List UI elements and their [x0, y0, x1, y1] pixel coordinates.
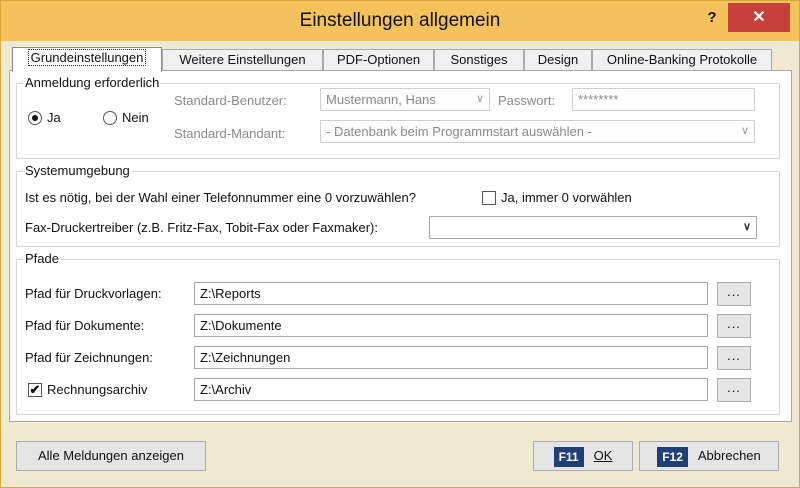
phone-prefix-checkbox[interactable]: [482, 191, 496, 205]
tab-design[interactable]: Design: [524, 49, 592, 71]
standard-user-select[interactable]: Mustermann, Hans ∨: [320, 88, 490, 111]
login-yes-radio[interactable]: [28, 111, 42, 125]
login-group: Anmeldung erforderlich Ja Nein Standard-…: [16, 75, 780, 159]
phone-prefix-question: Ist es nötig, bei der Wahl einer Telefon…: [25, 190, 416, 205]
path-drawings-browse-button[interactable]: ...: [717, 346, 751, 370]
path-reports-input[interactable]: Z:\Reports: [194, 282, 708, 305]
tab-panel-grundeinstellungen: Anmeldung erforderlich Ja Nein Standard-…: [9, 70, 792, 422]
tab-pdf-optionen[interactable]: PDF-Optionen: [323, 49, 434, 71]
tab-online-banking-protokolle[interactable]: Online-Banking Protokolle: [592, 49, 772, 71]
chevron-down-icon: ∨: [742, 221, 751, 233]
password-field[interactable]: ********: [572, 88, 755, 111]
path-reports-browse-button[interactable]: ...: [717, 282, 751, 306]
title-bar: Einstellungen allgemein ? ✕: [1, 1, 799, 41]
tab-label: PDF-Optionen: [336, 52, 421, 67]
standard-tenant-select[interactable]: - Datenbank beim Programmstart auswählen…: [320, 120, 755, 143]
path-drawings-label: Pfad für Zeichnungen:: [25, 350, 153, 365]
tab-label: Grundeinstellungen: [27, 49, 147, 66]
tab-weitere-einstellungen[interactable]: Weitere Einstellungen: [162, 49, 323, 71]
f12-key-badge: F12: [657, 446, 688, 467]
password-label: Passwort:: [498, 93, 556, 108]
standard-tenant-label: Standard-Mandant:: [174, 126, 286, 141]
show-all-messages-button[interactable]: Alle Meldungen anzeigen: [16, 441, 206, 471]
tab-grundeinstellungen[interactable]: Grundeinstellungen: [12, 47, 162, 72]
paths-group: Pfade Pfad für Druckvorlagen: Z:\Reports…: [16, 251, 780, 415]
system-legend: Systemumgebung: [23, 163, 132, 178]
invoice-archive-label: Rechnungsarchiv: [47, 382, 148, 397]
standard-tenant-value: - Datenbank beim Programmstart auswählen…: [326, 124, 592, 139]
system-group: Systemumgebung Ist es nötig, bei der Wah…: [16, 163, 780, 247]
chevron-down-icon: ∨: [475, 93, 484, 105]
invoice-archive-checkbox[interactable]: ✔: [28, 383, 42, 397]
ok-button[interactable]: F11 OK: [533, 441, 633, 471]
checkmark-icon: ✔: [29, 382, 41, 397]
cancel-label: Abbrechen: [697, 448, 761, 463]
path-reports-label: Pfad für Druckvorlagen:: [25, 286, 162, 301]
tab-label: Design: [537, 52, 579, 67]
path-documents-browse-button[interactable]: ...: [717, 314, 751, 338]
f11-key-badge: F11: [553, 446, 584, 467]
help-button[interactable]: ?: [701, 6, 723, 30]
cancel-button[interactable]: F12 Abbrechen: [639, 441, 779, 471]
login-legend: Anmeldung erforderlich: [23, 75, 162, 90]
path-documents-input[interactable]: Z:\Dokumente: [194, 314, 708, 337]
fax-driver-select[interactable]: ∨: [429, 216, 757, 239]
ok-label: OK: [593, 448, 613, 463]
tab-label: Sonstiges: [450, 52, 508, 67]
phone-prefix-checkbox-label: Ja, immer 0 vorwählen: [501, 190, 632, 205]
login-no-label: Nein: [122, 110, 149, 125]
tab-label: Weitere Einstellungen: [179, 52, 306, 67]
close-icon: ✕: [752, 9, 766, 26]
window-title: Einstellungen allgemein: [299, 10, 501, 31]
paths-legend: Pfade: [23, 251, 61, 266]
path-documents-label: Pfad für Dokumente:: [25, 318, 145, 333]
path-drawings-input[interactable]: Z:\Zeichnungen: [194, 346, 708, 369]
invoice-archive-input[interactable]: Z:\Archiv: [194, 378, 708, 401]
settings-window: Einstellungen allgemein ? ✕ Grundeinstel…: [0, 0, 800, 488]
tab-label: Online-Banking Protokolle: [606, 52, 758, 67]
fax-driver-label: Fax-Druckertreiber (z.B. Fritz-Fax, Tobi…: [25, 220, 378, 235]
login-yes-label: Ja: [47, 110, 61, 125]
standard-user-value: Mustermann, Hans: [326, 92, 436, 107]
login-no-radio[interactable]: [103, 111, 117, 125]
close-button[interactable]: ✕: [728, 3, 790, 32]
chevron-down-icon: ∨: [740, 125, 749, 137]
standard-user-label: Standard-Benutzer:: [174, 93, 287, 108]
tab-sonstiges[interactable]: Sonstiges: [434, 49, 524, 71]
invoice-archive-browse-button[interactable]: ...: [717, 378, 751, 402]
